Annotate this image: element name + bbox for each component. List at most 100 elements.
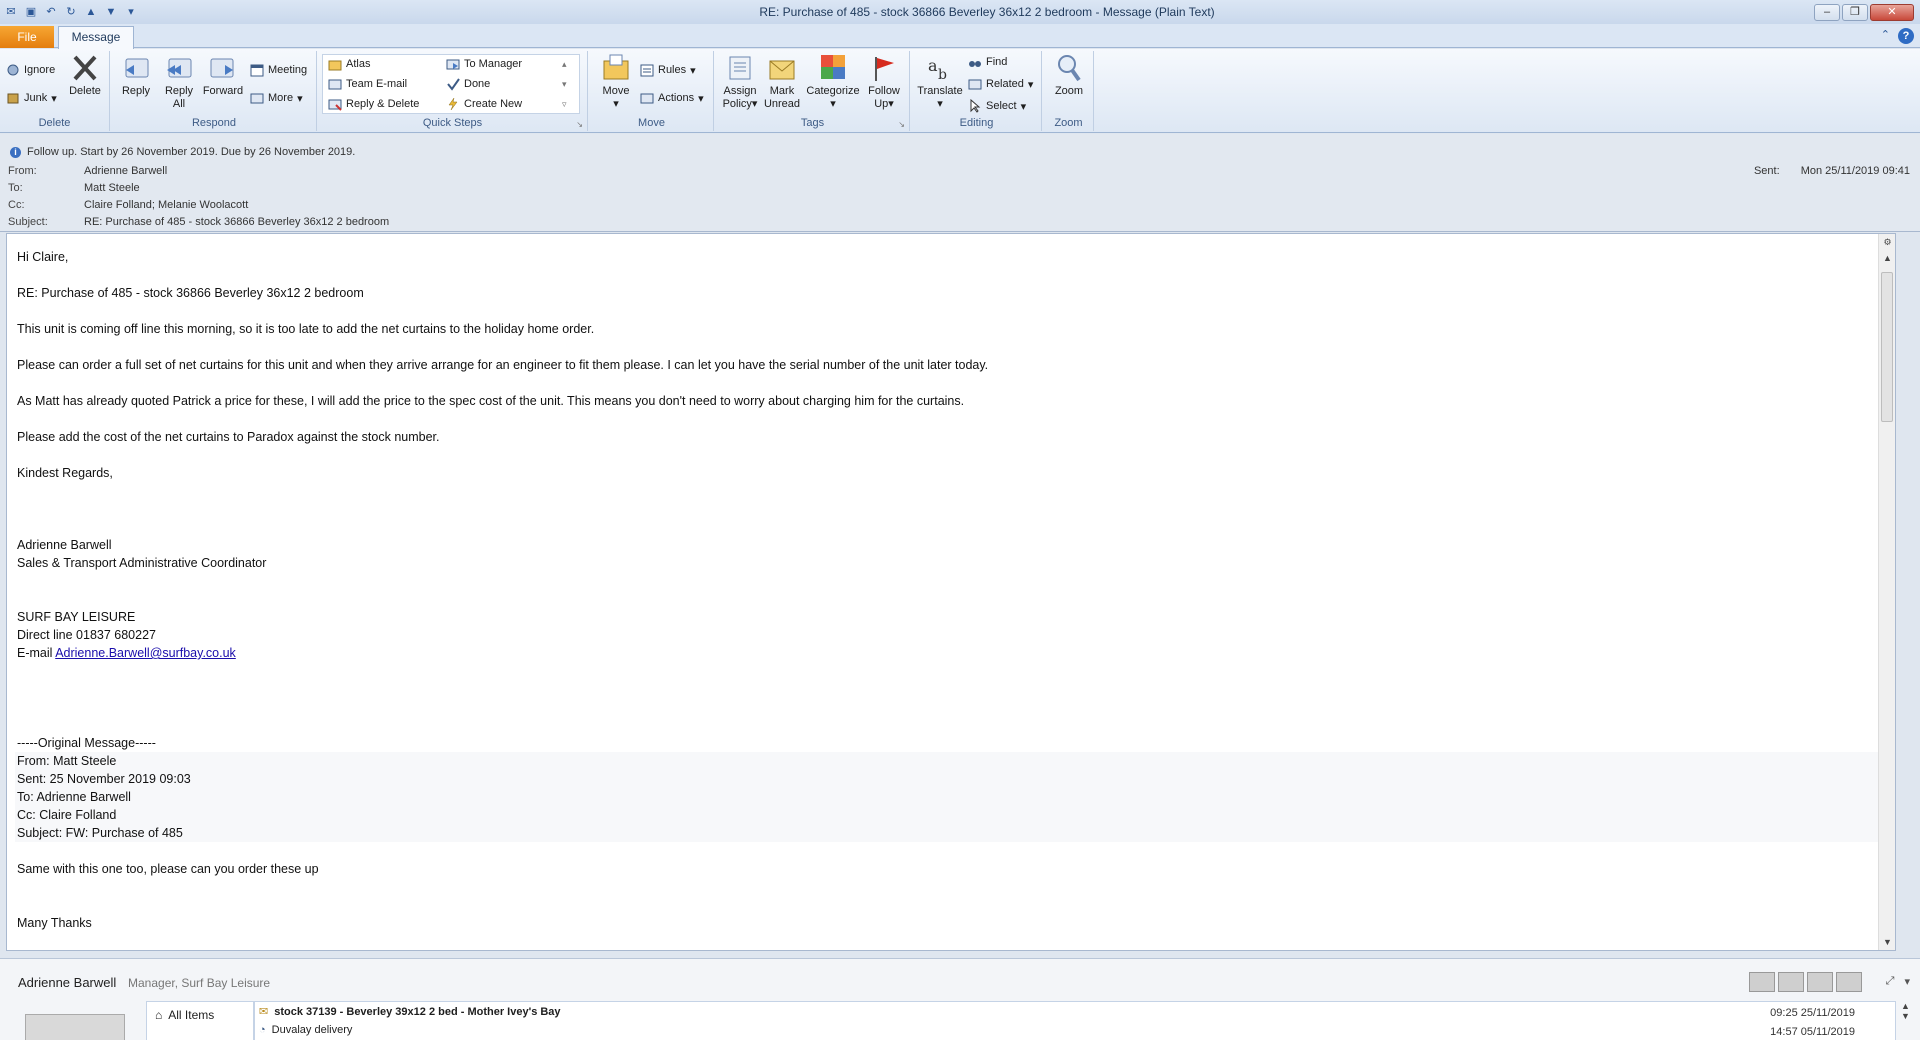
scroll-up-arrow[interactable]: ▲ <box>1879 250 1896 266</box>
scroll-options-icon[interactable]: ⚙ <box>1879 234 1896 250</box>
closing: Kindest Regards, <box>17 466 113 480</box>
delete-button[interactable]: Delete <box>66 53 104 98</box>
signature-title: Sales & Transport Administrative Coordin… <box>17 556 267 570</box>
meeting-button[interactable]: Meeting <box>250 63 307 77</box>
ignore-button[interactable]: Ignore <box>6 63 55 77</box>
quick-steps-expand[interactable]: ▿ <box>562 99 567 110</box>
group-tags: Assign Policy▾ Mark Unread Categorize ▾ F… <box>716 51 910 131</box>
quick-step-to-manager[interactable]: To Manager <box>446 57 522 71</box>
reply-all-icon <box>163 53 195 83</box>
people-pane-role: Manager, Surf Bay Leisure <box>128 976 271 990</box>
ignore-icon <box>6 63 20 77</box>
tags-dialog-launcher[interactable]: ↘ <box>898 120 905 129</box>
group-quick-steps-label: Quick Steps <box>422 117 483 129</box>
quick-steps-scroll-up[interactable]: ▴ <box>562 59 567 70</box>
related-button[interactable]: Related ▾ <box>968 77 1033 91</box>
expand-icon[interactable]: ⤢ <box>1886 975 1895 988</box>
svg-text:b: b <box>938 67 947 83</box>
previous-item-icon[interactable]: ▲ <box>84 5 98 19</box>
find-button[interactable]: Find <box>968 55 1007 69</box>
folder-move-icon <box>328 57 342 71</box>
close-button[interactable]: ✕ <box>1870 3 1914 21</box>
select-button[interactable]: Select ▾ <box>968 98 1026 113</box>
quick-step-team-email[interactable]: Team E-mail <box>328 77 407 91</box>
redo-icon[interactable]: ↻ <box>64 5 78 19</box>
ribbon: Ignore Junk ▾ Delete Delete Reply Reply A… <box>0 49 1920 133</box>
quick-step-atlas[interactable]: Atlas <box>328 57 370 71</box>
junk-button[interactable]: Junk ▾ <box>6 91 57 105</box>
to-row: To: Matt Steele <box>8 182 140 194</box>
original-from: From: Matt Steele <box>17 754 117 768</box>
undo-icon[interactable]: ↶ <box>44 5 58 19</box>
reply-button[interactable]: Reply <box>118 53 154 98</box>
scroll-thumb[interactable] <box>1881 272 1893 422</box>
tab-message[interactable]: Message <box>58 26 134 49</box>
translate-button[interactable]: ab Translate ▾ <box>914 53 966 111</box>
group-tags-label: Tags <box>800 117 825 129</box>
scroll-down-arrow[interactable]: ▼ <box>1879 934 1896 950</box>
group-respond-label: Respond <box>191 117 237 129</box>
actions-button[interactable]: Actions ▾ <box>640 91 704 105</box>
group-move: Move ▾ Rules ▾ Actions ▾ Move <box>590 51 714 131</box>
sent-value: Mon 25/11/2019 09:41 <box>1800 165 1910 177</box>
next-item-icon[interactable]: ▼ <box>104 5 118 19</box>
zoom-button[interactable]: Zoom <box>1048 53 1090 98</box>
binoculars-icon <box>968 55 982 69</box>
re-line: RE: Purchase of 485 - stock 36866 Beverl… <box>17 286 364 300</box>
contact-photo <box>25 1014 125 1040</box>
original-paragraph-1: Same with this one too, please can you o… <box>17 862 319 876</box>
from-value[interactable]: Adrienne Barwell <box>84 165 167 177</box>
svg-text:a: a <box>928 56 938 75</box>
envelope-icon: ✉ <box>259 1006 269 1018</box>
reply-all-button[interactable]: Reply All <box>160 53 198 111</box>
checkmark-icon <box>446 77 460 91</box>
home-icon: ⌂ <box>155 1008 163 1022</box>
followup-infobar[interactable]: i Follow up. Start by 26 November 2019. … <box>10 146 355 158</box>
message-body[interactable]: Hi Claire, RE: Purchase of 485 - stock 3… <box>6 233 1896 951</box>
sent-row: Sent: Mon 25/11/2019 09:41 <box>1753 165 1910 177</box>
list-item-date: 14:57 05/11/2019 <box>1770 1026 1855 1038</box>
cc-value[interactable]: Claire Folland; Melanie Woolacott <box>84 199 248 211</box>
paragraph-4: Please add the cost of the net curtains … <box>17 430 440 444</box>
collapse-chevron-icon[interactable]: ▾ <box>1904 975 1910 988</box>
avatar[interactable] <box>1807 972 1833 992</box>
customize-toolbar-icon[interactable]: ▾ <box>124 5 138 19</box>
group-editing: ab Translate ▾ Find Related ▾ Select ▾ Edit… <box>912 51 1042 131</box>
group-move-label: Move <box>638 117 665 129</box>
help-icon[interactable]: ? <box>1898 28 1914 44</box>
quick-steps-dialog-launcher[interactable]: ↘ <box>576 120 583 129</box>
list-item[interactable]: ◔ Duvalay delivery <box>259 1024 352 1036</box>
quick-steps-scroll-down[interactable]: ▾ <box>562 79 567 90</box>
avatar[interactable] <box>1836 972 1862 992</box>
to-value[interactable]: Matt Steele <box>84 182 140 194</box>
translate-icon: ab <box>924 53 956 83</box>
mark-unread-button[interactable]: Mark Unread <box>762 53 802 111</box>
from-row: From: Adrienne Barwell <box>8 165 168 177</box>
follow-up-button[interactable]: Follow Up▾ <box>864 53 904 111</box>
forward-button[interactable]: Forward <box>200 53 246 98</box>
tab-file[interactable]: File <box>0 26 54 48</box>
minimize-ribbon-icon[interactable]: ⌃ <box>1881 28 1890 44</box>
avatar[interactable] <box>1778 972 1804 992</box>
list-item[interactable]: ✉ stock 37139 - Beverley 39x12 2 bed - M… <box>259 1005 561 1019</box>
ribbon-tabs: File Message ⌃ ? <box>0 24 1920 49</box>
save-icon[interactable]: ▣ <box>24 5 38 19</box>
avatar[interactable] <box>1749 972 1775 992</box>
rules-button[interactable]: Rules ▾ <box>640 63 696 77</box>
more-respond-button[interactable]: More ▾ <box>250 91 303 105</box>
people-list-scrollbar[interactable]: ▲ ▼ <box>1897 1001 1914 1040</box>
nav-all-items[interactable]: ⌂ All Items <box>155 1008 214 1022</box>
to-manager-icon <box>446 57 460 71</box>
minimize-button[interactable]: – <box>1814 3 1840 21</box>
people-pane-name[interactable]: Adrienne Barwell <box>18 975 116 990</box>
categorize-button[interactable]: Categorize ▾ <box>804 53 862 111</box>
restore-button[interactable]: ❐ <box>1842 3 1868 21</box>
assign-policy-button[interactable]: Assign Policy▾ <box>720 53 760 111</box>
move-button[interactable]: Move ▾ <box>596 53 636 111</box>
body-vertical-scrollbar[interactable]: ⚙ ▲ ▼ <box>1878 234 1895 950</box>
paragraph-1: This unit is coming off line this mornin… <box>17 322 595 336</box>
quick-step-reply-delete[interactable]: Reply & Delete <box>328 97 419 111</box>
signature-email-link[interactable]: Adrienne.Barwell@surfbay.co.uk <box>55 646 236 660</box>
quick-step-create-new[interactable]: Create New <box>446 97 522 111</box>
quick-step-done[interactable]: Done <box>446 77 490 91</box>
